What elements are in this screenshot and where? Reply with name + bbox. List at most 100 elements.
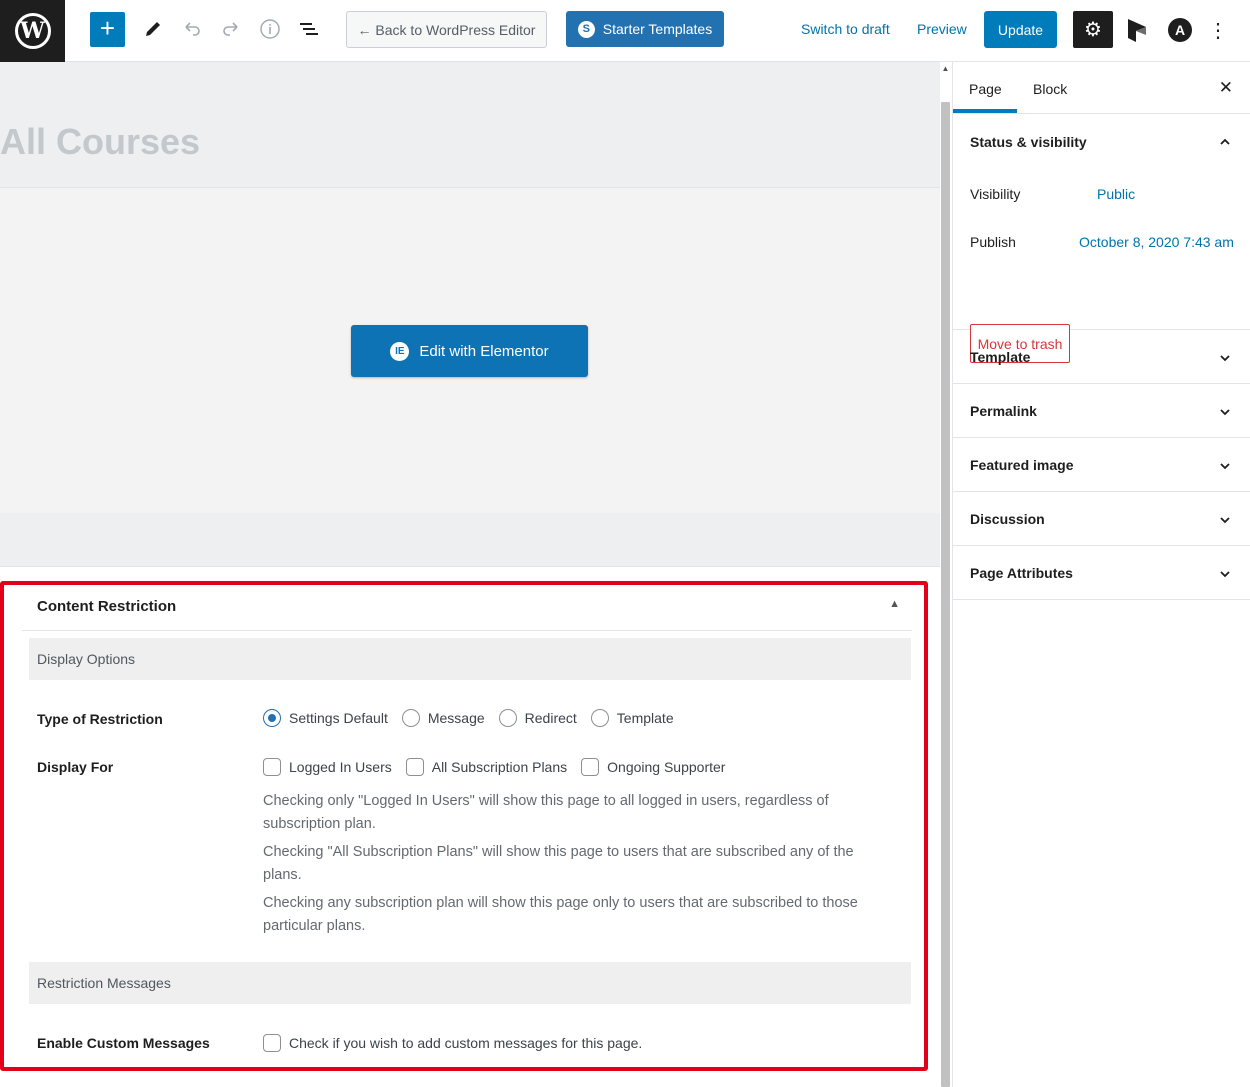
switch-to-draft-link[interactable]: Switch to draft [801, 21, 890, 37]
astra-icon: A [1174, 22, 1186, 38]
back-to-wordpress-editor-button[interactable]: ← Back to WordPress Editor [346, 11, 547, 48]
settings-button[interactable]: ⚙ [1073, 11, 1113, 48]
radio-label: Template [616, 710, 674, 726]
radio-template[interactable]: Template [590, 709, 674, 727]
preview-link[interactable]: Preview [917, 21, 967, 37]
pencil-icon [146, 22, 160, 36]
restriction-messages-bar: Restriction Messages [29, 962, 911, 1004]
editor-canvas: All Courses IE Edit with Elementor Conte… [0, 62, 940, 1087]
status-visibility-panel: Status & visibility Visibility Public Pu… [953, 114, 1250, 363]
discussion-panel[interactable]: Discussion [953, 492, 1250, 546]
scroll-up-arrow-icon[interactable]: ▲ [941, 64, 950, 74]
list-view-button[interactable] [295, 14, 323, 44]
elementor-icon: IE [390, 341, 410, 361]
checkbox-label: Logged In Users [289, 759, 392, 775]
restriction-type-options: Settings Default Message Redirect Templa… [263, 709, 688, 727]
tab-page[interactable]: Page [969, 81, 1002, 97]
plugin-toolbar-button[interactable] [1124, 16, 1150, 44]
redo-icon [223, 22, 238, 36]
checkbox-logged-in-users[interactable]: Logged In Users [263, 758, 392, 776]
permalink-panel[interactable]: Permalink [953, 384, 1250, 438]
radio-label: Settings Default [289, 710, 388, 726]
elementor-placeholder: IE Edit with Elementor [0, 188, 940, 513]
page-attributes-panel[interactable]: Page Attributes [953, 546, 1250, 600]
starter-templates-label: Starter Templates [602, 21, 713, 37]
scrollbar-thumb[interactable] [941, 102, 950, 1087]
permalink-panel-title: Permalink [970, 403, 1037, 419]
checkbox-all-subscription-plans[interactable]: All Subscription Plans [405, 758, 568, 776]
wordpress-logo-button[interactable]: W [0, 0, 65, 62]
radio-selected-icon[interactable] [263, 709, 281, 727]
gear-icon: ⚙ [1084, 19, 1102, 41]
close-sidebar-button[interactable]: ✕ [1219, 78, 1233, 98]
display-options-heading: Display Options [37, 651, 136, 667]
plus-icon: + [99, 13, 116, 43]
radio-redirect[interactable]: Redirect [498, 709, 577, 727]
content-restriction-header[interactable]: Content Restriction ▲ [22, 585, 912, 631]
chevron-down-icon [1220, 571, 1230, 578]
checkbox-label: Check if you wish to add custom messages… [289, 1035, 643, 1051]
display-for-label: Display For [37, 759, 114, 775]
title-area: All Courses [0, 62, 940, 188]
featured-image-panel[interactable]: Featured image [953, 438, 1250, 492]
status-visibility-toggle[interactable]: Status & visibility [970, 134, 1087, 150]
checkbox-icon[interactable] [263, 758, 281, 776]
active-tab-indicator [953, 109, 1017, 113]
publish-label: Publish [970, 234, 1016, 250]
radio-label: Message [427, 710, 485, 726]
featured-image-panel-title: Featured image [970, 457, 1074, 473]
template-panel[interactable]: Template [953, 330, 1250, 384]
edit-with-elementor-button[interactable]: IE Edit with Elementor [351, 325, 588, 377]
help-text-specific-plans: Checking any subscription plan will show… [263, 895, 858, 934]
chevron-down-icon [1220, 463, 1230, 470]
collapse-triangle-icon[interactable]: ▲ [889, 598, 900, 610]
update-button[interactable]: Update [984, 11, 1057, 48]
redo-button[interactable] [217, 14, 245, 44]
undo-button[interactable] [178, 14, 206, 44]
checkbox-label: All Subscription Plans [431, 759, 568, 775]
info-button[interactable] [256, 14, 284, 44]
display-options-bar: Display Options [29, 638, 911, 680]
chevron-up-icon[interactable] [1219, 136, 1231, 148]
add-block-button[interactable]: + [90, 12, 125, 47]
wordpress-icon: W [14, 13, 51, 49]
help-text-all-plans: Checking "All Subscription Plans" will s… [263, 844, 854, 883]
chevron-down-icon [1220, 517, 1230, 524]
starter-templates-button[interactable]: S Starter Templates [566, 11, 724, 47]
template-panel-title: Template [970, 349, 1031, 365]
tab-block[interactable]: Block [1033, 81, 1067, 97]
starter-templates-icon: S [577, 20, 595, 38]
radio-icon[interactable] [498, 709, 517, 727]
visibility-value-link[interactable]: Public [1097, 186, 1135, 202]
chevron-down-icon [1220, 409, 1230, 416]
info-icon [260, 19, 280, 39]
astra-settings-button[interactable]: A [1168, 18, 1192, 42]
checkbox-icon[interactable] [405, 758, 424, 776]
kebab-menu-icon: ⋮ [1208, 19, 1228, 42]
settings-sidebar: Page Block ✕ Status & visibility Visibil… [952, 62, 1250, 1087]
type-of-restriction-label: Type of Restriction [37, 711, 163, 727]
edit-with-elementor-label: Edit with Elementor [419, 342, 549, 360]
publish-date-link[interactable]: October 8, 2020 7:43 am [1079, 234, 1234, 250]
visibility-label: Visibility [970, 186, 1021, 202]
page-attributes-panel-title: Page Attributes [970, 565, 1073, 581]
radio-icon[interactable] [401, 709, 420, 727]
radio-icon[interactable] [590, 709, 609, 727]
radio-message[interactable]: Message [401, 709, 485, 727]
radio-label: Redirect [524, 710, 577, 726]
wordpress-editor: W + ← Back to WordPress Editor S Starter… [0, 0, 1250, 1087]
checkbox-icon[interactable] [263, 1034, 281, 1052]
chevron-down-icon [1220, 355, 1230, 362]
content-restriction-panel: Content Restriction ▲ Display Options Ty… [0, 581, 928, 1071]
checkbox-ongoing-supporter[interactable]: Ongoing Supporter [581, 758, 725, 776]
top-toolbar: W + ← Back to WordPress Editor S Starter… [0, 0, 1250, 62]
checkbox-custom-messages[interactable]: Check if you wish to add custom messages… [263, 1034, 642, 1052]
page-title[interactable]: All Courses [0, 121, 200, 163]
radio-settings-default[interactable]: Settings Default [263, 709, 388, 727]
edit-tool-button[interactable] [139, 14, 167, 44]
list-view-icon [300, 23, 318, 35]
more-options-button[interactable]: ⋮ [1208, 16, 1228, 44]
checkbox-icon[interactable] [581, 758, 600, 776]
sidebar-tabs: Page Block ✕ [953, 62, 1250, 114]
discussion-panel-title: Discussion [970, 511, 1045, 527]
